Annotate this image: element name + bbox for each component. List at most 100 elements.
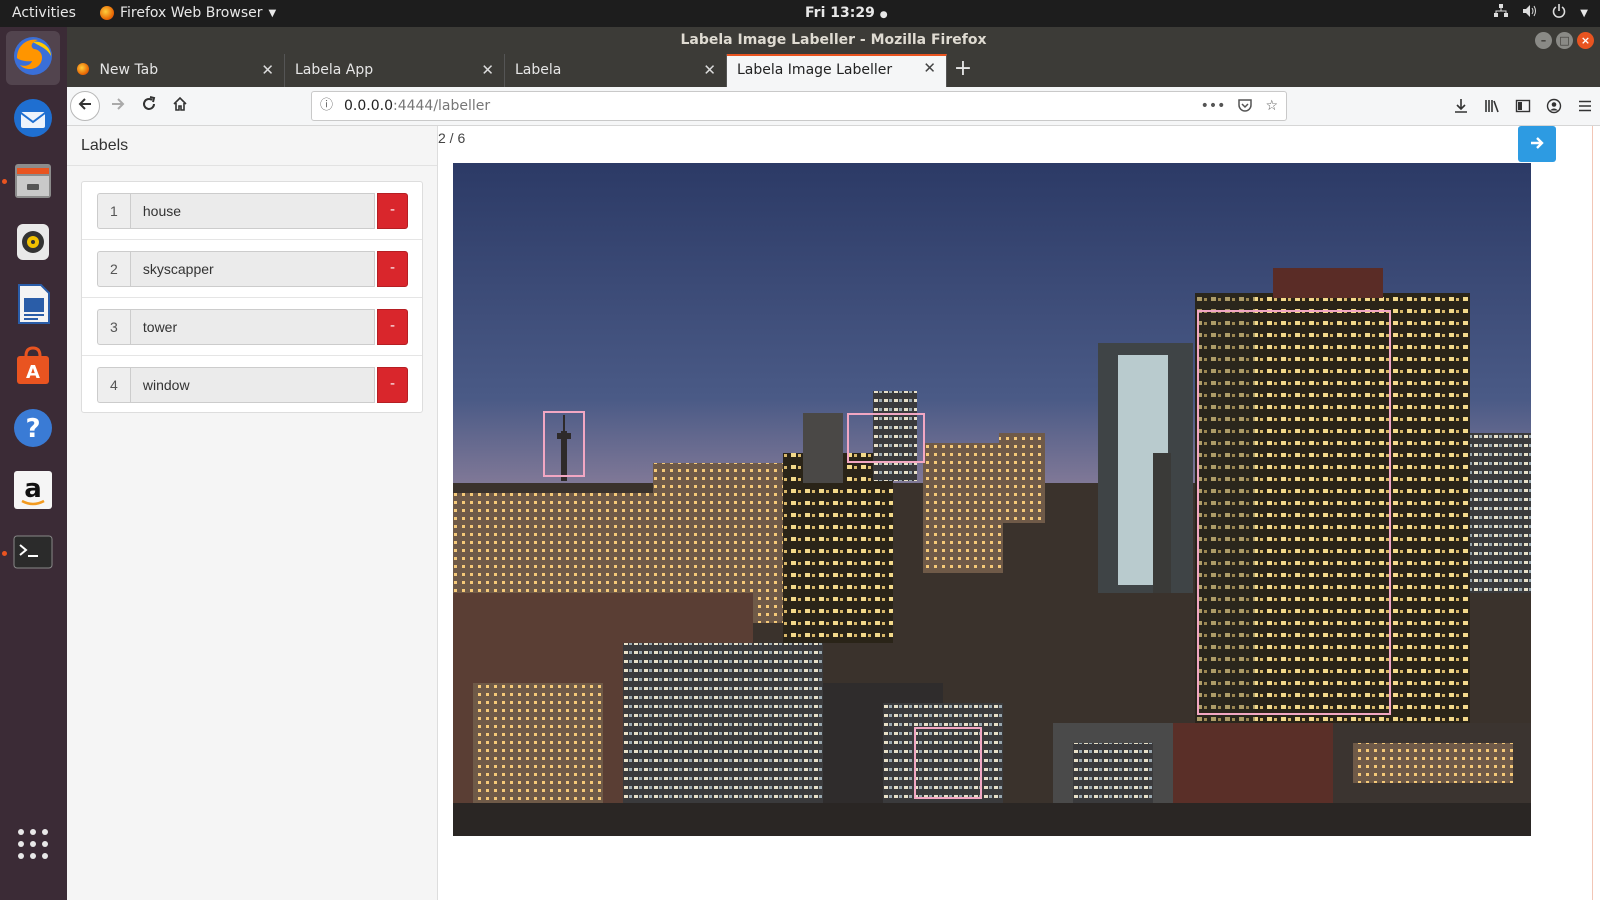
files-launcher[interactable] xyxy=(2,155,60,209)
menu-icon[interactable] xyxy=(1569,91,1600,121)
reload-button[interactable] xyxy=(134,91,164,121)
apps-grid-icon xyxy=(16,827,50,865)
firefox-icon xyxy=(11,34,55,82)
pocket-icon[interactable] xyxy=(1237,92,1253,120)
url-actions: ••• ☆ xyxy=(1201,92,1278,120)
label-name-input[interactable]: tower xyxy=(129,309,376,345)
arrow-left-icon xyxy=(77,96,93,117)
software-icon: A xyxy=(11,344,55,392)
chevron-down-icon: ▼ xyxy=(1580,7,1588,19)
tab-label: Labela xyxy=(515,62,562,78)
label-name-input[interactable]: skyscapper xyxy=(129,251,376,287)
label-number: 3 xyxy=(97,309,130,345)
firefox-small-icon xyxy=(100,6,114,20)
label-row: 1 house - xyxy=(82,182,422,240)
maximize-button[interactable]: □ xyxy=(1556,32,1573,49)
downloads-icon[interactable] xyxy=(1445,91,1476,121)
firefox-launcher[interactable] xyxy=(6,31,60,85)
tab-label: Labela Image Labeller xyxy=(737,62,893,78)
app-menu[interactable]: Firefox Web Browser ▼ xyxy=(100,5,276,21)
thunderbird-launcher[interactable] xyxy=(6,93,60,147)
delete-label-button[interactable]: - xyxy=(377,193,408,229)
site-info-icon[interactable]: ⓘ xyxy=(320,92,333,120)
delete-label-button[interactable]: - xyxy=(377,367,408,403)
close-tab-icon[interactable]: ✕ xyxy=(261,54,274,87)
close-window-button[interactable]: × xyxy=(1577,32,1594,49)
software-launcher[interactable]: A xyxy=(6,341,60,395)
help-launcher[interactable]: ? xyxy=(6,403,60,457)
system-tray[interactable]: ▼ xyxy=(1494,4,1588,22)
files-icon xyxy=(11,158,55,206)
new-tab-button[interactable]: + xyxy=(947,54,979,87)
label-number: 4 xyxy=(97,367,130,403)
tab-labela[interactable]: Labela ✕ xyxy=(505,54,727,87)
tab-labela-image-labeller[interactable]: Labela Image Labeller ✕ xyxy=(727,54,947,87)
label-name-input[interactable]: window xyxy=(129,367,376,403)
running-indicator xyxy=(2,179,7,184)
library-icon[interactable] xyxy=(1476,91,1507,121)
label-number: 2 xyxy=(97,251,130,287)
url-bar[interactable]: ⓘ 0.0.0.0:4444/labeller ••• ☆ xyxy=(311,91,1287,121)
label-number: 1 xyxy=(97,193,130,229)
power-icon xyxy=(1552,4,1566,22)
tab-labela-app[interactable]: Labela App ✕ xyxy=(285,54,505,87)
labels-sidebar: Labels 1 house - 2 skyscapper - 3 tower … xyxy=(67,126,438,900)
arrow-right-icon xyxy=(1529,133,1545,154)
url-host: 0.0.0.0 xyxy=(344,98,393,114)
labels-list: 1 house - 2 skyscapper - 3 tower - 4 win… xyxy=(81,181,423,413)
firefox-tab-icon xyxy=(77,63,89,75)
sidebar-title: Labels xyxy=(67,126,437,166)
navigation-toolbar: ⓘ 0.0.0.0:4444/labeller ••• ☆ xyxy=(67,87,1600,126)
system-top-bar: Activities Firefox Web Browser ▼ Fri 13:… xyxy=(0,0,1600,27)
svg-text:A: A xyxy=(26,362,40,383)
terminal-icon xyxy=(11,530,55,578)
label-row: 4 window - xyxy=(82,356,422,414)
chevron-down-icon: ▼ xyxy=(268,7,277,19)
forward-button[interactable] xyxy=(103,91,133,121)
account-icon[interactable] xyxy=(1538,91,1569,121)
next-image-button[interactable] xyxy=(1518,126,1556,162)
delete-label-button[interactable]: - xyxy=(377,309,408,345)
launcher-dock: A ? a xyxy=(0,27,67,900)
rhythmbox-launcher[interactable] xyxy=(6,217,60,271)
home-button[interactable] xyxy=(165,91,195,121)
network-icon xyxy=(1494,4,1509,22)
sidebar-icon[interactable] xyxy=(1507,91,1538,121)
volume-icon xyxy=(1522,4,1538,22)
minimize-button[interactable]: – xyxy=(1535,32,1552,49)
help-icon: ? xyxy=(11,406,55,454)
city-skyline-photo xyxy=(453,163,1531,836)
writer-launcher[interactable] xyxy=(6,279,60,333)
bookmark-star-icon[interactable]: ☆ xyxy=(1265,92,1278,120)
app-menu-label: Firefox Web Browser xyxy=(120,5,263,21)
window-controls: – □ × xyxy=(1535,32,1594,49)
label-name-input[interactable]: house xyxy=(129,193,376,229)
amazon-icon: a xyxy=(11,468,55,516)
clock-label: Fri 13:29 xyxy=(805,5,875,21)
page-content: Labels 1 house - 2 skyscapper - 3 tower … xyxy=(67,126,1600,900)
url-path: :4444/labeller xyxy=(392,98,491,114)
svg-text:a: a xyxy=(24,474,42,504)
url-text: 0.0.0.0:4444/labeller xyxy=(344,92,490,120)
clock[interactable]: Fri 13:29 ● xyxy=(805,5,888,21)
svg-text:?: ? xyxy=(25,414,40,444)
writer-icon xyxy=(11,282,55,330)
close-tab-icon[interactable]: ✕ xyxy=(703,54,716,87)
amazon-launcher[interactable]: a xyxy=(6,465,60,519)
labelling-image-canvas[interactable] xyxy=(453,163,1531,836)
close-tab-icon[interactable]: ✕ xyxy=(481,54,494,87)
activities-button[interactable]: Activities xyxy=(12,5,76,21)
arrow-right-icon xyxy=(110,96,126,117)
close-tab-icon[interactable]: ✕ xyxy=(923,54,936,83)
tab-new-tab[interactable]: New Tab ✕ xyxy=(67,54,285,87)
terminal-launcher[interactable] xyxy=(2,527,60,581)
delete-label-button[interactable]: - xyxy=(377,251,408,287)
back-button[interactable] xyxy=(70,91,100,121)
show-applications-button[interactable] xyxy=(6,819,60,873)
toolbar-right xyxy=(1445,91,1600,121)
page-actions-icon[interactable]: ••• xyxy=(1201,92,1226,120)
running-indicator xyxy=(2,551,7,556)
window-titlebar: Labela Image Labeller - Mozilla Firefox … xyxy=(67,27,1600,54)
page-scroll-edge xyxy=(1592,126,1600,900)
tab-bar: New Tab ✕ Labela App ✕ Labela ✕ Labela I… xyxy=(67,54,1600,87)
